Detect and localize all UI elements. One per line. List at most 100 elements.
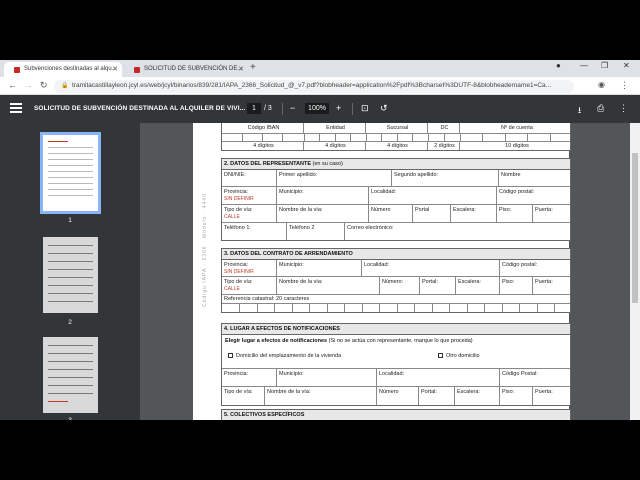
codigo-postal-field[interactable]: Código Postal: (500, 369, 572, 386)
nombre-field[interactable]: Nombre (499, 170, 572, 186)
minimize-button[interactable]: — (580, 61, 588, 70)
section-representante: 2. DATOS DEL REPRESENTANTE (en su caso) … (221, 158, 571, 241)
piso-field[interactable]: Piso: (497, 205, 533, 222)
piso-field[interactable]: Piso: (500, 277, 533, 294)
dc-header: DC (428, 123, 460, 133)
section-colectivos: 5. COLECTIVOS ESPECÍFICOS (221, 409, 571, 420)
numero-field[interactable]: Número (369, 205, 413, 222)
entidad-digits: 4 dígitos (304, 142, 366, 150)
portal-field[interactable]: Portal: (419, 387, 455, 405)
profile-avatar-icon[interactable]: ◉ (598, 80, 605, 89)
escalera-field[interactable]: Escalera: (455, 387, 500, 405)
email-field[interactable]: Correo electrónico: (345, 223, 572, 240)
page-thumbnail-label: 2 (68, 319, 72, 326)
tipo-via-field[interactable]: Tipo de vía: (222, 387, 265, 405)
escalera-field[interactable]: Escalera: (456, 277, 500, 294)
more-options-icon[interactable]: ⋮ (619, 103, 628, 114)
municipio-field[interactable]: Municipio: (277, 187, 369, 204)
option-otro-domicilio[interactable]: Otro domicilio (438, 353, 480, 359)
cuenta-header: Nº de cuenta (501, 125, 533, 131)
numero-field[interactable]: Número (377, 387, 419, 405)
close-window-button[interactable]: ✕ (623, 61, 630, 70)
numero-field[interactable]: Número: (380, 277, 420, 294)
nombre-via-field[interactable]: Nombre de la vía: (277, 205, 369, 222)
provincia-field[interactable]: Provincia: (222, 369, 277, 386)
zoom-level-input[interactable]: 100% (305, 103, 329, 114)
telefono2-field[interactable]: Teléfono 2 (287, 223, 345, 240)
referencia-catastral-boxes[interactable] (222, 304, 570, 312)
page-thumbnail-2[interactable] (43, 237, 98, 313)
piso-field[interactable]: Piso: (500, 387, 533, 405)
lock-icon: 🔒 (61, 83, 69, 89)
segundo-apellido-field[interactable]: Segundo apellido: (392, 170, 499, 186)
download-icon[interactable]: ⭳ (578, 103, 581, 119)
elegir-label: Elegir lugar a efectos de notificaciones… (225, 338, 473, 344)
tipo-via-select[interactable]: Tipo de vía: CALLE (222, 205, 277, 222)
tab-solicitud[interactable]: SOLICITUD DE SUBVENCIÓN DE... ✕ (124, 62, 248, 77)
tab-title: SOLICITUD DE SUBVENCIÓN DE... (144, 66, 243, 72)
provincia-select[interactable]: Provincia: SIN DEFINIR (222, 260, 277, 276)
codigo-postal-field[interactable]: Código postal: (497, 187, 572, 204)
sidebar-menu-icon[interactable] (10, 103, 22, 113)
puerta-field[interactable]: Puerta: (533, 277, 572, 294)
page-thumbnail-1[interactable] (40, 132, 101, 214)
page-number-input[interactable]: 1 (247, 103, 261, 114)
telefono1-field[interactable]: Teléfono 1: (222, 223, 287, 240)
sucursal-header: Sucursal (366, 123, 428, 133)
puerta-field[interactable]: Puerta: (533, 387, 572, 405)
cuenta-digits: 10 dígitos (505, 143, 529, 149)
zoom-in-button[interactable]: + (336, 103, 341, 113)
pdf-page: Código IAPA · 2366 · Modelo · 4440 Códig… (193, 123, 572, 420)
maximize-button[interactable]: ❐ (601, 61, 608, 70)
section-title: 4. LUGAR A EFECTOS DE NOTIFICACIONES (222, 324, 570, 335)
profile-icon[interactable]: ● (556, 61, 561, 70)
address-bar: ← → ↻ 🔒 tramitacastillayleon.jcyl.es/web… (0, 77, 640, 95)
scrollbar-thumb[interactable] (632, 153, 638, 303)
checkbox[interactable] (228, 353, 233, 359)
codigo-postal-field[interactable]: Código postal: (500, 260, 572, 276)
rotate-icon[interactable]: ↺ (380, 103, 388, 114)
dni-field[interactable]: DNI/NIE: (222, 170, 277, 186)
section-contrato: 3. DATOS DEL CONTRATO DE ARRENDAMIENTO P… (221, 248, 571, 313)
forward-icon[interactable]: → (24, 80, 33, 90)
vertical-scrollbar[interactable] (630, 123, 640, 420)
checkbox[interactable] (438, 353, 443, 359)
new-tab-button[interactable]: + (250, 62, 256, 73)
pdf-viewer: Código IAPA · 2366 · Modelo · 4440 Códig… (140, 123, 630, 420)
page-thumbnail-3[interactable] (43, 337, 98, 413)
bank-digit-boxes[interactable] (222, 134, 570, 142)
provincia-select[interactable]: Provincia: SIN DEFINIR (222, 187, 277, 204)
side-watermark: Código IAPA · 2366 · Modelo · 4440 (202, 193, 208, 307)
iban-digits: 4 dígitos (222, 142, 304, 150)
url-input[interactable]: 🔒 tramitacastillayleon.jcyl.es/web/jcyl/… (54, 80, 574, 93)
close-tab-icon[interactable]: ✕ (238, 65, 244, 73)
localidad-field[interactable]: Localidad: (362, 260, 500, 276)
portal-field[interactable]: Portal (413, 205, 451, 222)
municipio-field[interactable]: Municipio: (277, 260, 362, 276)
browser-menu-icon[interactable]: ⋮ (620, 80, 629, 91)
zoom-out-button[interactable]: − (290, 103, 295, 113)
browser-tab-bar: Subvenciones destinadas al alqu... ✕ SOL… (0, 60, 640, 77)
localidad-field[interactable]: Localidad: (369, 187, 497, 204)
primer-apellido-field[interactable]: Primer apellido: (277, 170, 392, 186)
tab-subvenciones[interactable]: Subvenciones destinadas al alqu... ✕ (4, 62, 122, 77)
back-icon[interactable]: ← (8, 80, 17, 90)
reload-icon[interactable]: ↻ (40, 80, 48, 91)
fit-page-icon[interactable]: ⊡ (361, 103, 369, 114)
nombre-via-field[interactable]: Nombre de la vía: (265, 387, 377, 405)
option-domicilio-vivienda[interactable]: Domicilio del emplazamiento de la vivien… (228, 353, 341, 359)
tab-title: Subvenciones destinadas al alqu... (24, 66, 117, 72)
nombre-via-field[interactable]: Nombre de la vía: (277, 277, 380, 294)
localidad-field[interactable]: Localidad: (377, 369, 500, 386)
tipo-via-select[interactable]: Tipo de vía: CALLE (222, 277, 277, 294)
escalera-field[interactable]: Escalera: (451, 205, 497, 222)
entidad-header: Entidad (304, 123, 366, 133)
municipio-field[interactable]: Municipio: (277, 369, 377, 386)
section-title: 3. DATOS DEL CONTRATO DE ARRENDAMIENTO (222, 249, 570, 260)
portal-field[interactable]: Portal: (420, 277, 456, 294)
sucursal-digits: 4 dígitos (366, 142, 428, 150)
document-title: SOLICITUD DE SUBVENCIÓN DESTINADA AL ALQ… (34, 105, 246, 112)
puerta-field[interactable]: Puerta: (533, 205, 572, 222)
print-icon[interactable]: ⎙ (597, 103, 604, 114)
close-tab-icon[interactable]: ✕ (112, 65, 118, 73)
